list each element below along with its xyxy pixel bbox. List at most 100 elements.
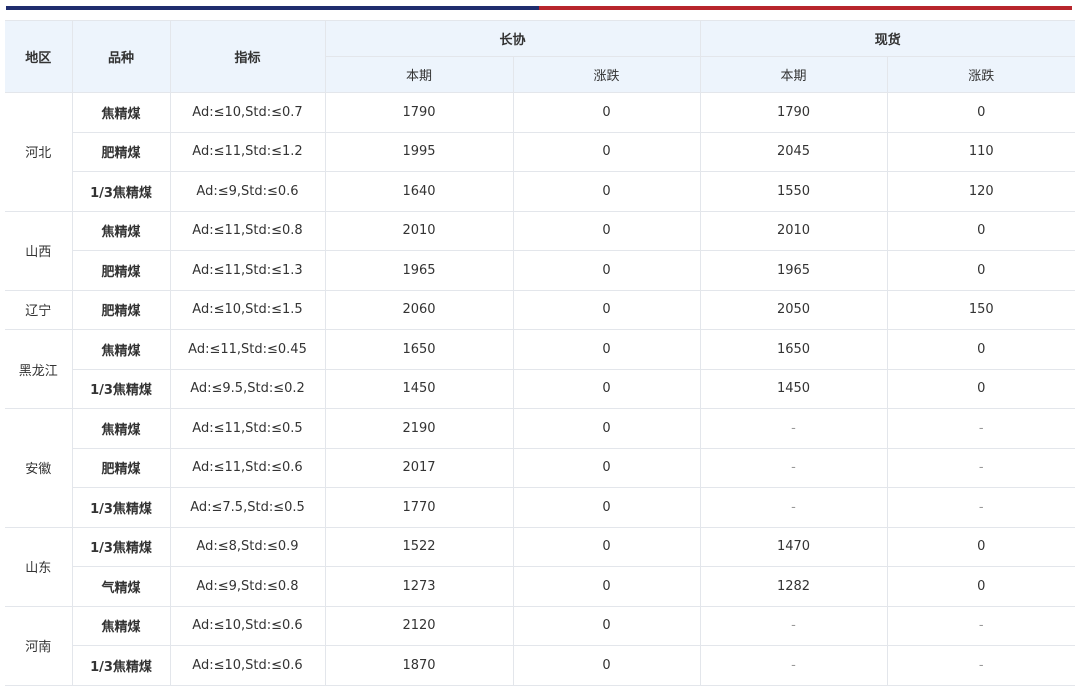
- spot-change-cell: 0: [886, 329, 1076, 370]
- index-cell: Ad:≤9,Std:≤0.8: [169, 566, 326, 607]
- header-spot: 现货: [699, 20, 1076, 57]
- long-contract-current-cell: 1965: [324, 250, 514, 291]
- index-cell: Ad:≤11,Std:≤1.3: [169, 250, 326, 291]
- region-cell: 安徽: [5, 408, 73, 528]
- long-contract-change-cell: 0: [512, 250, 701, 291]
- table-header: 地区 品种 指标 长协 现货 本期 涨跌 本期 涨跌: [5, 20, 1076, 93]
- long-contract-current-cell: 2190: [324, 408, 514, 449]
- table-row: 黑龙江 焦精煤 Ad:≤11,Std:≤0.45 1650 0 1650 0: [5, 329, 1076, 409]
- long-contract-current-cell: 1450: [324, 368, 514, 409]
- long-contract-current-cell: 2120: [324, 605, 514, 646]
- variety-cell: 肥精煤: [71, 289, 171, 330]
- long-contract-current-cell: 1522: [324, 526, 514, 567]
- spot-change-cell: -: [886, 605, 1076, 646]
- spot-change-cell: -: [886, 487, 1076, 528]
- header-index: 指标: [169, 20, 326, 93]
- top-accent-bar-right: [539, 6, 1072, 10]
- long-contract-change-cell: 0: [512, 605, 701, 646]
- index-cell: Ad:≤7.5,Std:≤0.5: [169, 487, 326, 528]
- long-contract-current-cell: 1790: [324, 92, 514, 133]
- header-long-contract-change: 涨跌: [512, 56, 701, 93]
- table-row: 肥精煤 Ad:≤11,Std:≤1.3 1965 0 1965 0: [5, 250, 1076, 291]
- top-accent-bar: [6, 6, 1072, 10]
- index-cell: Ad:≤11,Std:≤0.8: [169, 210, 326, 251]
- header-spot-current: 本期: [699, 56, 888, 93]
- spot-current-cell: -: [699, 447, 888, 488]
- region-cell: 河南: [5, 605, 73, 686]
- variety-cell: 肥精煤: [72, 250, 171, 291]
- table-row: 安徽 焦精煤 Ad:≤11,Std:≤0.5 2190 0- -: [5, 408, 1076, 528]
- spot-current-cell: 2045: [699, 131, 888, 172]
- table-row: 辽宁 肥精煤 Ad:≤10,Std:≤1.5 2060 0 2050 150: [5, 289, 1076, 330]
- index-cell: Ad:≤9,Std:≤0.6: [169, 171, 326, 212]
- coal-price-table: 地区 品种 指标 长协 现货 本期 涨跌 本期 涨跌 河北 焦精煤 Ad:≤10,S…: [5, 20, 1076, 686]
- variety-cell: 肥精煤: [72, 447, 171, 488]
- spot-current-cell: 2050: [699, 289, 888, 330]
- table-row: 山东 1/3焦精煤 Ad:≤8,Std:≤0.9 1522 0 1470 0: [5, 526, 1076, 607]
- spot-current-cell: 1790: [699, 92, 888, 133]
- spot-current-cell: 1965: [699, 250, 888, 291]
- long-contract-current-cell: 1995: [324, 131, 514, 172]
- table-row: 1/3焦精煤 Ad:≤9,Std:≤0.6 1640 0 1550 120: [5, 171, 1076, 212]
- spot-current-cell: 1282: [699, 566, 888, 607]
- region-cell: 黑龙江: [5, 329, 73, 409]
- table-row: 肥精煤 Ad:≤11,Std:≤0.6 2017 0- -: [5, 447, 1076, 488]
- spot-current-cell: -: [699, 645, 888, 686]
- long-contract-change-cell: 0: [512, 329, 701, 370]
- spot-change-cell: 0: [886, 526, 1076, 567]
- top-accent-bar-left: [6, 6, 539, 10]
- header-variety: 品种: [71, 20, 171, 93]
- variety-cell: 焦精煤: [71, 210, 171, 251]
- variety-cell: 气精煤: [72, 566, 171, 607]
- long-contract-change-cell: 0: [512, 526, 701, 567]
- index-cell: Ad:≤10,Std:≤1.5: [169, 289, 326, 330]
- index-cell: Ad:≤10,Std:≤0.6: [169, 605, 326, 646]
- spot-current-cell: -: [699, 605, 888, 646]
- spot-change-cell: -: [886, 408, 1076, 449]
- spot-change-cell: 0: [886, 368, 1076, 409]
- table-row: 河南 焦精煤 Ad:≤10,Std:≤0.6 2120 0- -: [5, 605, 1076, 686]
- table-row: 1/3焦精煤 Ad:≤7.5,Std:≤0.5 1770 0- -: [5, 487, 1076, 528]
- long-contract-change-cell: 0: [512, 408, 701, 449]
- header-long-contract: 长协: [324, 20, 701, 57]
- index-cell: Ad:≤11,Std:≤0.5: [169, 408, 326, 449]
- long-contract-current-cell: 2010: [324, 210, 514, 251]
- variety-cell: 肥精煤: [72, 131, 171, 172]
- long-contract-change-cell: 0: [512, 566, 701, 607]
- long-contract-change-cell: 0: [512, 92, 701, 133]
- variety-cell: 焦精煤: [71, 329, 171, 370]
- index-cell: Ad:≤11,Std:≤1.2: [169, 131, 326, 172]
- table-row: 1/3焦精煤 Ad:≤9.5,Std:≤0.2 1450 0 1450 0: [5, 368, 1076, 409]
- spot-change-cell: 0: [886, 250, 1076, 291]
- long-contract-change-cell: 0: [512, 131, 701, 172]
- variety-cell: 1/3焦精煤: [72, 368, 171, 409]
- table-row: 河北 焦精煤 Ad:≤10,Std:≤0.7 1790 0 1790 0: [5, 92, 1076, 212]
- spot-change-cell: 150: [886, 289, 1076, 330]
- long-contract-current-cell: 1770: [324, 487, 514, 528]
- variety-cell: 1/3焦精煤: [72, 487, 171, 528]
- long-contract-current-cell: 2017: [324, 447, 514, 488]
- index-cell: Ad:≤11,Std:≤0.6: [169, 447, 326, 488]
- spot-change-cell: -: [886, 645, 1076, 686]
- region-cell: 山西: [5, 210, 73, 291]
- region-cell: 河北: [5, 92, 73, 212]
- variety-cell: 焦精煤: [71, 605, 171, 646]
- region-cell: 辽宁: [5, 289, 73, 330]
- spot-current-cell: 1450: [699, 368, 888, 409]
- header-long-contract-current: 本期: [325, 56, 514, 93]
- long-contract-change-cell: 0: [512, 447, 701, 488]
- long-contract-current-cell: 1870: [324, 645, 514, 686]
- variety-cell: 1/3焦精煤: [71, 526, 171, 567]
- region-cell: 山东: [5, 526, 73, 607]
- variety-cell: 1/3焦精煤: [72, 171, 171, 212]
- spot-current-cell: 1650: [699, 329, 888, 370]
- long-contract-current-cell: 1650: [324, 329, 514, 370]
- index-cell: Ad:≤10,Std:≤0.7: [169, 92, 326, 133]
- spot-change-cell: 110: [886, 131, 1076, 172]
- spot-change-cell: -: [886, 447, 1076, 488]
- long-contract-current-cell: 1273: [324, 566, 514, 607]
- long-contract-change-cell: 0: [512, 487, 701, 528]
- spot-change-cell: 120: [886, 171, 1076, 212]
- index-cell: Ad:≤9.5,Std:≤0.2: [169, 368, 326, 409]
- variety-cell: 焦精煤: [71, 92, 171, 133]
